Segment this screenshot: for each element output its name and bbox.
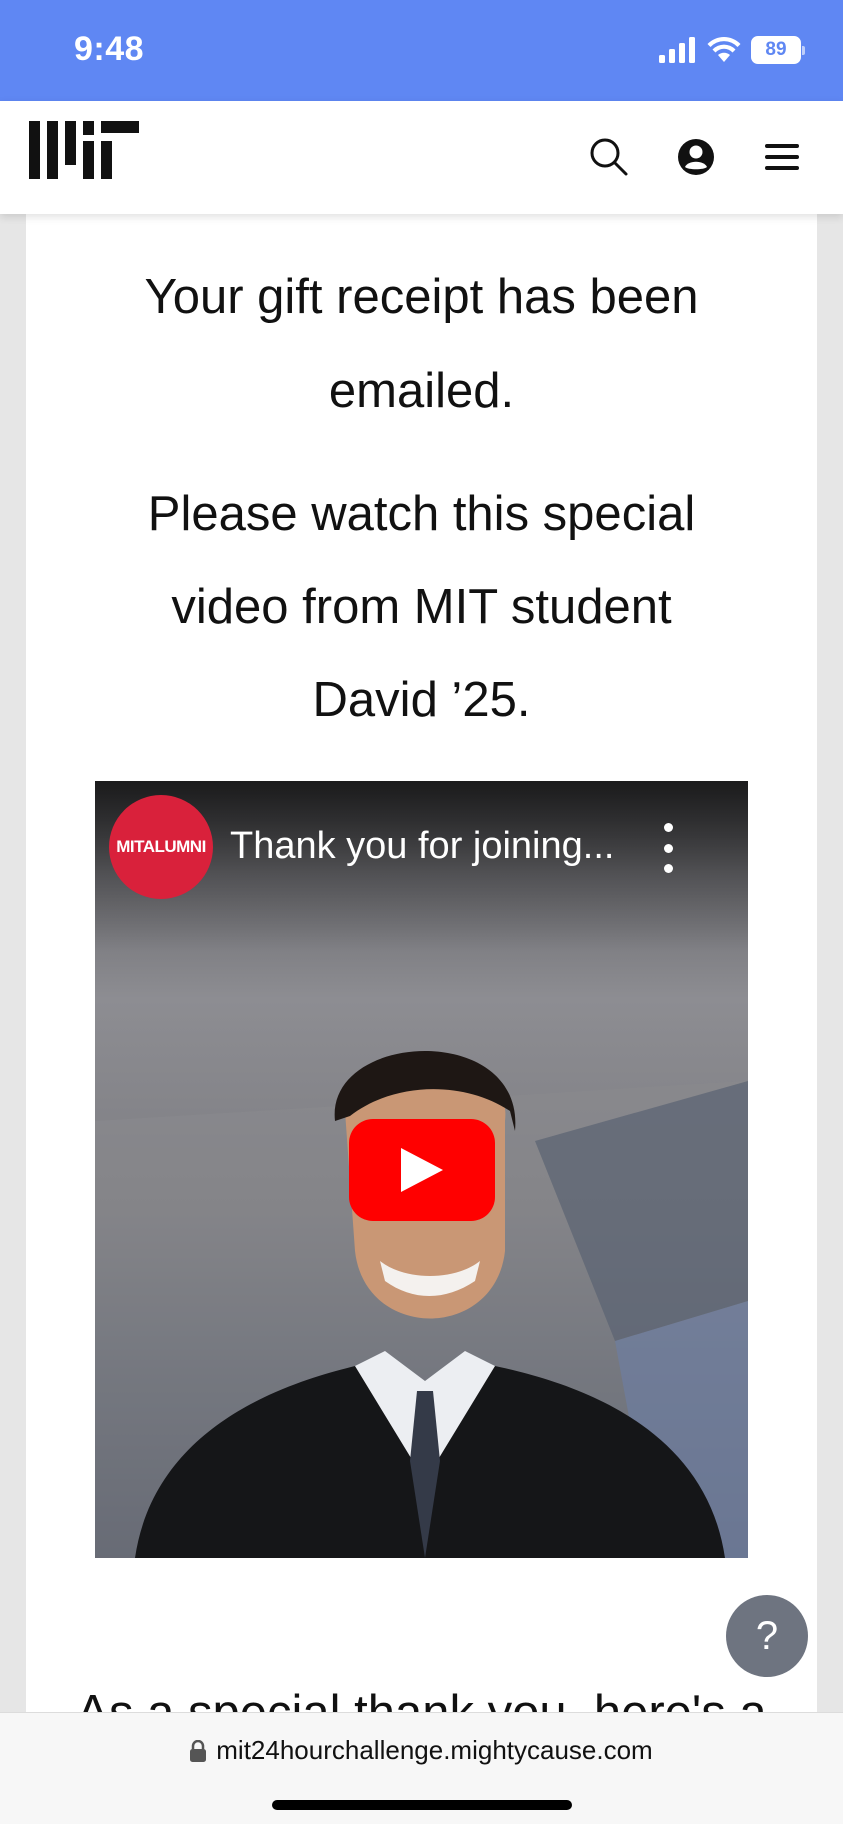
video-intro-message: Please watch this special video from MIT… [26,468,817,747]
status-indicators: 89 [659,36,805,64]
home-indicator [272,1800,572,1810]
video-intro-line-3: David ’25. [312,673,531,727]
url-row[interactable]: mit24hourchallenge.mightycause.com [0,1735,843,1766]
mit-logo[interactable] [29,121,139,186]
channel-avatar[interactable]: MITALUMNI [109,795,213,899]
mit-logo-icon [29,121,139,179]
hamburger-menu-icon [765,144,799,170]
video-intro-line-1: Please watch this special [147,487,696,541]
help-button[interactable]: ? [726,1595,808,1677]
browser-url-bar[interactable]: mit24hourchallenge.mightycause.com [0,1712,843,1824]
more-vertical-icon[interactable] [653,823,683,873]
battery-indicator: 89 [751,36,805,64]
site-header [0,101,843,214]
account-button[interactable] [670,131,722,183]
video-intro-line-2: video from MIT student [171,580,672,634]
cellular-signal-icon [659,37,695,63]
search-icon [590,138,628,176]
video-player[interactable]: MITALUMNI Thank you for joining... [95,781,748,1558]
lock-icon [190,1739,207,1762]
user-circle-icon [678,139,714,175]
wifi-icon [707,37,741,62]
status-bar: 9:48 89 [0,0,843,101]
video-title[interactable]: Thank you for joining... [230,825,614,868]
url-text[interactable]: mit24hourchallenge.mightycause.com [216,1735,652,1766]
play-icon [401,1148,443,1192]
menu-button[interactable] [756,131,808,183]
search-button[interactable] [583,131,635,183]
receipt-message-text: Your gift receipt has been emailed. [144,270,699,418]
receipt-message: Your gift receipt has been emailed. [26,250,817,438]
play-button[interactable] [349,1119,495,1221]
status-time: 9:48 [74,30,145,68]
